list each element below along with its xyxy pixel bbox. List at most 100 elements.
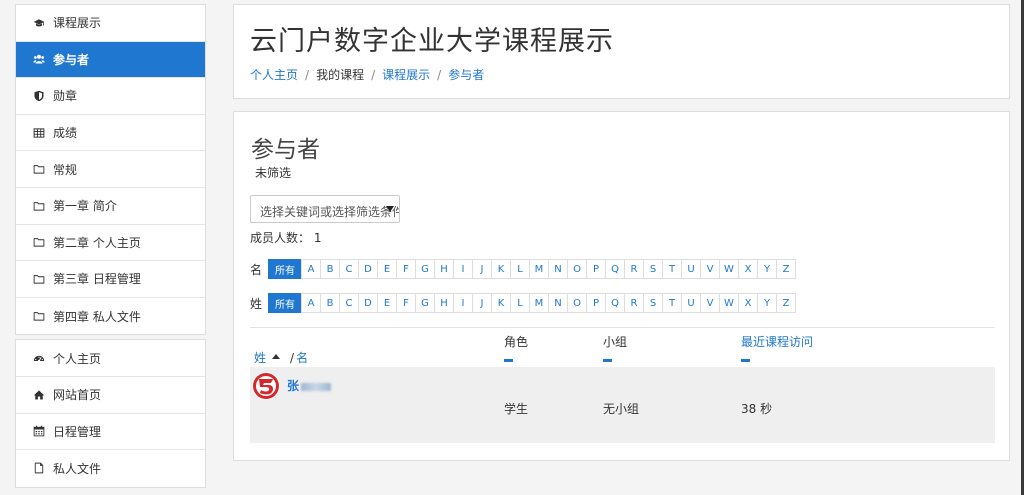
last-name-letter-button[interactable]: D: [358, 293, 378, 313]
first-name-letter-button[interactable]: G: [415, 259, 435, 279]
page-title: 云门户数字企业大学课程展示: [250, 26, 614, 57]
course-nav-item[interactable]: 成绩: [16, 115, 205, 152]
breadcrumb-course-link[interactable]: 课程展示: [382, 66, 430, 83]
course-nav-item-label: 第一章 简介: [53, 199, 117, 214]
sort-first-name-link[interactable]: 名: [296, 349, 308, 366]
first-name-letter-button[interactable]: J: [472, 259, 492, 279]
participants-panel: 参与者 未筛选 选择关键词或选择筛选条件 成员人数： 1 名 所有 A B C D E F G…: [233, 111, 1010, 461]
course-nav-item[interactable]: 课程展示: [16, 5, 205, 42]
course-nav-item[interactable]: 参与者: [16, 41, 205, 79]
filter-select[interactable]: 选择关键词或选择筛选条件: [250, 195, 400, 223]
last-name-letter-button[interactable]: X: [738, 293, 758, 313]
course-nav-item-label: 参与者: [53, 52, 90, 67]
last-name-all-button[interactable]: 所有: [268, 293, 302, 313]
first-name-letter-button[interactable]: O: [567, 259, 587, 279]
first-name-letter-button[interactable]: D: [358, 259, 378, 279]
site-nav-item[interactable]: 网站首页: [16, 377, 205, 414]
last-name-letter-button[interactable]: B: [320, 293, 340, 313]
site-nav-item[interactable]: 日程管理: [16, 414, 205, 451]
last-name-letter-button[interactable]: W: [719, 293, 739, 313]
table-divider: [250, 327, 995, 328]
last-name-letter-button[interactable]: S: [643, 293, 663, 313]
cell-last-access: 38 秒: [741, 402, 773, 416]
site-nav-item[interactable]: 私人文件: [16, 450, 205, 487]
first-name-letter-button[interactable]: N: [548, 259, 568, 279]
first-name-letter-button[interactable]: T: [662, 259, 682, 279]
last-name-letter-button[interactable]: E: [377, 293, 397, 313]
first-name-letter-button[interactable]: R: [624, 259, 644, 279]
last-name-letter-button[interactable]: L: [510, 293, 530, 313]
last-name-letter-button[interactable]: R: [624, 293, 644, 313]
column-header-name: 姓 / 名: [254, 349, 308, 366]
first-name-letter-button[interactable]: P: [586, 259, 606, 279]
file-icon: [32, 461, 46, 475]
first-name-letter-button[interactable]: F: [396, 259, 416, 279]
first-name-letter-button[interactable]: L: [510, 259, 530, 279]
first-name-letter-button[interactable]: S: [643, 259, 663, 279]
last-name-letter-button[interactable]: M: [529, 293, 549, 313]
last-name-letter-button[interactable]: P: [586, 293, 606, 313]
shield-icon: [32, 89, 46, 103]
last-name-letter-button[interactable]: O: [567, 293, 587, 313]
last-name-letter-button[interactable]: Q: [605, 293, 625, 313]
table-row: 张 学生 无小组 38 秒: [250, 367, 995, 443]
collapse-column-icon[interactable]: [741, 359, 750, 362]
last-name-letter-button[interactable]: G: [415, 293, 435, 313]
first-name-letter-button[interactable]: V: [700, 259, 720, 279]
first-name-letter-button[interactable]: I: [453, 259, 473, 279]
last-name-letter-button[interactable]: C: [339, 293, 359, 313]
breadcrumb-home-link[interactable]: 个人主页: [250, 66, 298, 83]
site-nav-item[interactable]: 个人主页: [16, 340, 205, 377]
course-nav-item[interactable]: 第一章 简介: [16, 188, 205, 225]
site-nav-item-label: 私人文件: [53, 461, 102, 476]
first-name-letter-button[interactable]: Q: [605, 259, 625, 279]
last-name-letter-button[interactable]: T: [662, 293, 682, 313]
last-name-letter-button[interactable]: J: [472, 293, 492, 313]
first-name-letter-button[interactable]: W: [719, 259, 739, 279]
first-name-letter-button[interactable]: Z: [776, 259, 796, 279]
first-name-letter-button[interactable]: C: [339, 259, 359, 279]
first-name-letter-button[interactable]: E: [377, 259, 397, 279]
cell-group: 无小组: [603, 402, 640, 416]
user-name-text: 张: [287, 379, 300, 393]
last-name-letter-button[interactable]: F: [396, 293, 416, 313]
last-name-letter-button[interactable]: N: [548, 293, 568, 313]
last-name-letter-button[interactable]: A: [301, 293, 321, 313]
user-name-link[interactable]: 张: [287, 377, 332, 394]
collapse-column-icon[interactable]: [603, 359, 612, 362]
first-name-letter-button[interactable]: K: [491, 259, 511, 279]
last-name-letter-button[interactable]: I: [453, 293, 473, 313]
breadcrumb-participants-link[interactable]: 参与者: [448, 66, 484, 83]
first-name-letter-button[interactable]: M: [529, 259, 549, 279]
course-nav-item[interactable]: 第四章 私人文件: [16, 298, 205, 335]
first-name-all-button[interactable]: 所有: [268, 259, 302, 279]
site-nav-item-label: 个人主页: [53, 351, 102, 366]
last-name-letter-button[interactable]: V: [700, 293, 720, 313]
table-icon: [32, 126, 46, 140]
first-name-letter-button[interactable]: B: [320, 259, 340, 279]
collapse-column-icon[interactable]: [504, 359, 513, 362]
last-name-letter-button[interactable]: Y: [757, 293, 777, 313]
last-name-letter-button[interactable]: U: [681, 293, 701, 313]
last-name-letter-button[interactable]: H: [434, 293, 454, 313]
first-name-letter-button[interactable]: X: [738, 259, 758, 279]
course-nav-item[interactable]: 第三章 日程管理: [16, 261, 205, 298]
course-nav-item[interactable]: 常规: [16, 151, 205, 188]
first-name-letter-button[interactable]: H: [434, 259, 454, 279]
last-name-letter-button[interactable]: Z: [776, 293, 796, 313]
course-nav-item[interactable]: 第二章 个人主页: [16, 225, 205, 262]
last-name-initials-bar: 姓 所有 A B C D E F G H I J K L M N O P Q R S T U V W X Y Z: [250, 293, 796, 313]
first-name-letter-button[interactable]: U: [681, 259, 701, 279]
site-nav-item-label: 网站首页: [53, 388, 102, 403]
first-name-letter-button[interactable]: A: [301, 259, 321, 279]
breadcrumb-separator: /: [437, 67, 442, 82]
folder-icon: [32, 199, 46, 213]
breadcrumb: 个人主页 / 我的课程 / 课程展示 / 参与者: [250, 66, 484, 83]
course-nav-item[interactable]: 勋章: [16, 78, 205, 115]
sort-last-access-link[interactable]: 最近课程访问: [741, 335, 813, 349]
first-name-letter-button[interactable]: Y: [757, 259, 777, 279]
last-name-letter-button[interactable]: K: [491, 293, 511, 313]
first-name-letters: 所有 A B C D E F G H I J K L M N O P Q R S T U V W X Y Z: [268, 259, 796, 279]
sort-last-name-link[interactable]: 姓: [254, 349, 266, 366]
role-header-label: 角色: [504, 335, 529, 349]
